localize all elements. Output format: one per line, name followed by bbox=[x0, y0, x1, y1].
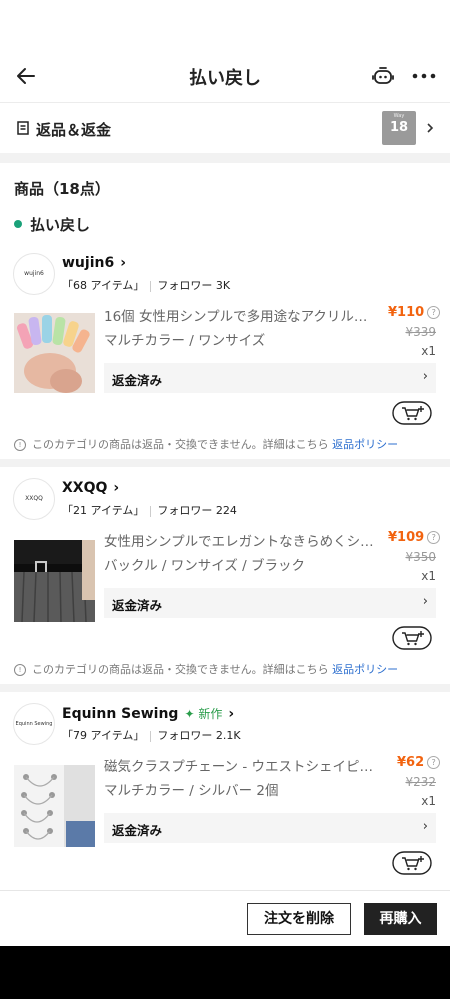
policy-text: このカテゴリの商品は返品・交換できません。詳細はこちら bbox=[32, 663, 329, 676]
store-followers: フォロワー 3K bbox=[157, 279, 231, 292]
product-title[interactable]: 16個 女性用シンプルで多用途なアクリルヘ… bbox=[104, 305, 376, 325]
belt-image bbox=[14, 526, 95, 633]
product-image[interactable] bbox=[14, 526, 95, 633]
products-title: 商品（18点） bbox=[14, 180, 110, 198]
returns-refunds-row[interactable]: 返品＆返金 Way 18 bbox=[0, 103, 450, 153]
original-price: ¥339 bbox=[405, 325, 436, 339]
returns-thumbnail: Way 18 bbox=[382, 111, 416, 145]
store-followers: フォロワー 224 bbox=[157, 504, 237, 517]
chevron-right-icon: › bbox=[422, 594, 428, 609]
bottom-action-bar: 注文を削除 再購入 bbox=[0, 890, 450, 947]
top-bar: 払い戻し bbox=[0, 50, 450, 102]
status-dot-icon bbox=[14, 219, 22, 228]
refund-status-text: 返金済み bbox=[112, 598, 163, 613]
store-name-link[interactable]: Equinn Sewing ✦ 新作 › bbox=[62, 705, 234, 722]
product-price: ¥110? bbox=[388, 305, 441, 320]
original-price: ¥232 bbox=[405, 775, 436, 789]
customer-service-icon[interactable] bbox=[371, 64, 395, 88]
returns-label: 返品＆返金 bbox=[36, 121, 112, 139]
quantity: x1 bbox=[421, 569, 436, 583]
chain-clasp-image bbox=[14, 751, 95, 858]
price-value: ¥62 bbox=[397, 755, 425, 770]
product-variant: マルチカラー / ワンサイズ bbox=[104, 333, 266, 349]
section-gap bbox=[0, 684, 450, 692]
store-name-link[interactable]: XXQQ › bbox=[62, 480, 119, 496]
refund-status-text: 返金済み bbox=[112, 823, 163, 838]
store-items-count: 「21 アイテム」 bbox=[62, 504, 145, 517]
add-to-cart-icon[interactable] bbox=[392, 626, 432, 650]
product-image[interactable] bbox=[14, 301, 95, 408]
quantity: x1 bbox=[421, 344, 436, 358]
product-variant: マルチカラー / シルバー 2個 bbox=[104, 783, 279, 799]
thumbnail-caption: Way bbox=[393, 113, 405, 119]
store-items-count: 「68 アイテム」 bbox=[62, 279, 145, 292]
price-info-icon[interactable]: ? bbox=[427, 306, 441, 319]
status-label: 払い戻し bbox=[30, 216, 91, 234]
new-store-badge: ✦ 新作 bbox=[184, 707, 223, 721]
store-name: Equinn Sewing bbox=[62, 706, 179, 722]
product-image[interactable] bbox=[14, 751, 95, 858]
store-meta: 「79 アイテム」 フォロワー 2.1K bbox=[62, 727, 241, 743]
system-navigation-bar bbox=[0, 946, 450, 999]
section-gap bbox=[0, 459, 450, 467]
price-value: ¥109 bbox=[388, 530, 425, 545]
chevron-right-icon: › bbox=[120, 255, 126, 271]
store-name-link[interactable]: wujin6 › bbox=[62, 255, 126, 271]
chevron-right-icon: › bbox=[422, 369, 428, 384]
chevron-right-icon: › bbox=[113, 480, 120, 496]
refund-status-header: 払い戻し bbox=[14, 214, 90, 235]
store-meta: 「68 アイテム」 フォロワー 3K bbox=[62, 277, 230, 293]
refund-status-row[interactable]: 返金済み › bbox=[104, 813, 436, 843]
product-title[interactable]: 磁気クラスプチェーン - ウエストシェイピン… bbox=[104, 755, 376, 775]
store-meta: 「21 アイテム」 フォロワー 224 bbox=[62, 502, 237, 518]
receipt-icon bbox=[17, 121, 29, 135]
chevron-right-icon bbox=[427, 123, 434, 133]
return-policy-link[interactable]: 返品ポリシー bbox=[332, 438, 398, 451]
returns-item-count: 18 bbox=[389, 120, 409, 135]
return-policy-link[interactable]: 返品ポリシー bbox=[332, 663, 398, 676]
store-block-wujin6: wujin6 wujin6 › 「68 アイテム」 フォロワー 3K 16個 女性用… bbox=[0, 253, 450, 443]
original-price: ¥350 bbox=[405, 550, 436, 564]
repurchase-button[interactable]: 再購入 bbox=[364, 903, 437, 935]
section-gap bbox=[0, 153, 450, 163]
return-policy-notice: ! このカテゴリの商品は返品・交換できません。詳細はこちら 返品ポリシー bbox=[14, 661, 444, 677]
price-value: ¥110 bbox=[388, 305, 425, 320]
store-followers: フォロワー 2.1K bbox=[157, 729, 241, 742]
quantity: x1 bbox=[421, 794, 436, 808]
store-block-equinn-sewing: Equinn Sewing Equinn Sewing ✦ 新作 › 「79 アイテ… bbox=[0, 703, 450, 888]
product-price: ¥109? bbox=[388, 530, 441, 545]
product-title[interactable]: 女性用シンプルでエレガントなきらめくシ… bbox=[104, 530, 376, 550]
info-icon: ! bbox=[14, 439, 26, 451]
add-to-cart-icon[interactable] bbox=[392, 401, 432, 425]
price-info-icon[interactable]: ? bbox=[427, 756, 441, 769]
chevron-right-icon: › bbox=[422, 819, 428, 834]
refund-status-row[interactable]: 返金済み › bbox=[104, 588, 436, 618]
store-items-count: 「79 アイテム」 bbox=[62, 729, 145, 742]
add-to-cart-icon[interactable] bbox=[392, 851, 432, 875]
store-logo[interactable]: Equinn Sewing bbox=[13, 703, 55, 745]
store-block-xxqq: XXQQ XXQQ › 「21 アイテム」 フォロワー 224 女性用シンプルでエレ… bbox=[0, 478, 450, 668]
info-icon: ! bbox=[14, 664, 26, 676]
refund-status-row[interactable]: 返金済み › bbox=[104, 363, 436, 393]
hair-clips-image bbox=[14, 301, 95, 408]
product-variant: バックル / ワンサイズ / ブラック bbox=[104, 558, 305, 574]
divider bbox=[150, 730, 152, 742]
store-name: wujin6 bbox=[62, 255, 115, 271]
return-policy-notice: ! このカテゴリの商品は返品・交換できません。詳細はこちら 返品ポリシー bbox=[14, 436, 444, 452]
store-logo[interactable]: wujin6 bbox=[13, 253, 55, 295]
refund-status-text: 返金済み bbox=[112, 373, 163, 388]
chevron-right-icon: › bbox=[228, 706, 235, 722]
price-info-icon[interactable]: ? bbox=[427, 531, 441, 544]
divider bbox=[150, 280, 152, 292]
new-label: 新作 bbox=[198, 707, 223, 721]
store-logo[interactable]: XXQQ bbox=[13, 478, 55, 520]
store-name: XXQQ bbox=[62, 480, 108, 496]
product-price: ¥62? bbox=[397, 755, 441, 770]
more-options-icon[interactable] bbox=[410, 66, 438, 86]
divider bbox=[150, 505, 152, 517]
delete-order-button[interactable]: 注文を削除 bbox=[247, 903, 351, 935]
policy-text: このカテゴリの商品は返品・交換できません。詳細はこちら bbox=[32, 438, 329, 451]
